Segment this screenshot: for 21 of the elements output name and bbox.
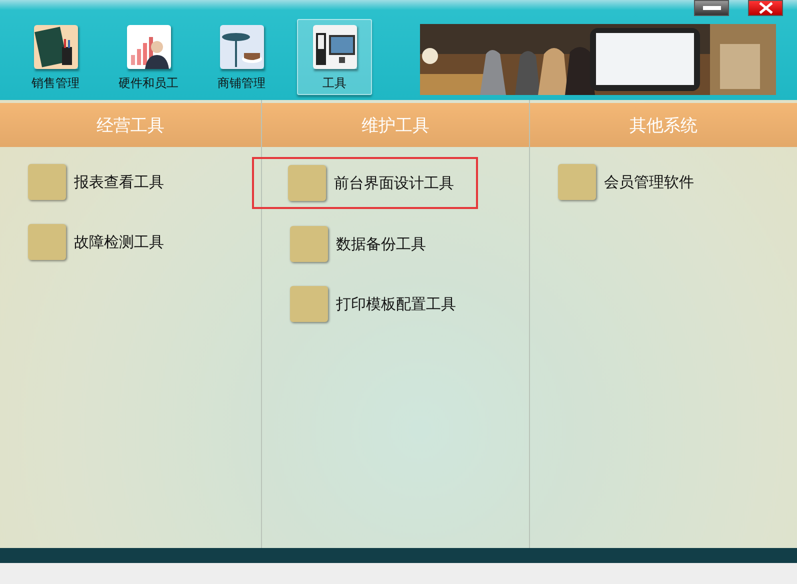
tool-item[interactable]: 前台界面设计工具 (252, 157, 478, 209)
tool-item[interactable]: 数据备份工具 (288, 225, 428, 263)
close-icon (758, 2, 772, 14)
column-header: 维护工具 (262, 103, 529, 147)
close-button[interactable] (748, 0, 783, 16)
column-header: 经营工具 (0, 103, 261, 147)
cafe-table-icon (220, 25, 264, 69)
tool-item[interactable]: 故障检测工具 (26, 223, 166, 261)
tool-item[interactable]: 打印模板配置工具 (288, 285, 458, 323)
nav-tab[interactable]: 工具 (297, 19, 372, 95)
nav-tab[interactable]: 硬件和员工 (111, 19, 186, 95)
minimize-icon (702, 6, 720, 10)
nav-tab[interactable]: 销售管理 (18, 19, 93, 95)
nav-tab[interactable]: 商铺管理 (204, 19, 279, 95)
notebook-icon (34, 25, 78, 69)
businessman-chart-icon (126, 25, 170, 69)
computer-icon (312, 25, 356, 69)
tool-item[interactable]: 会员管理软件 (556, 163, 696, 201)
tool-item[interactable]: 报表查看工具 (26, 163, 166, 201)
minimize-button[interactable] (694, 0, 729, 16)
column-header: 其他系统 (530, 103, 797, 147)
